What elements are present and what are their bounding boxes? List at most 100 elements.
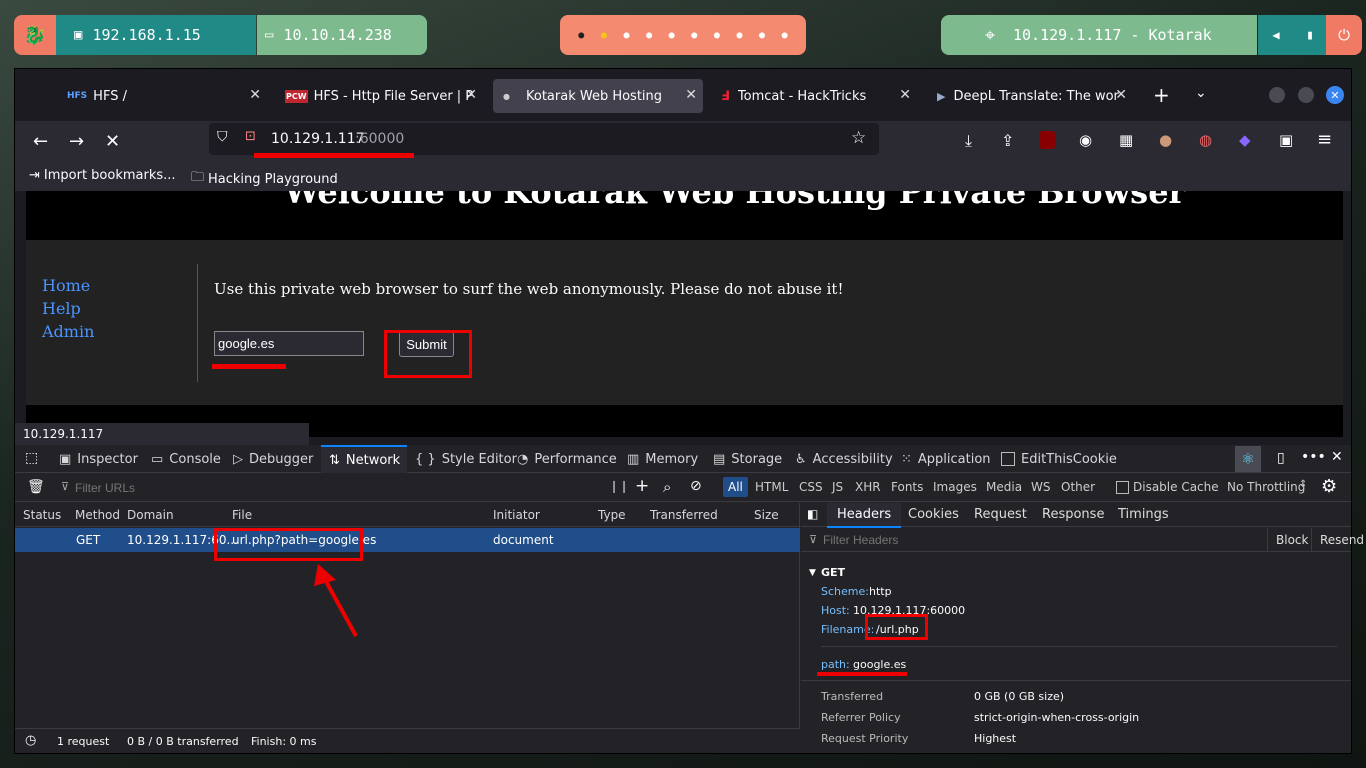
tab-hfs-pcw[interactable]: PCW HFS - Http File Server | PC ✕	[273, 79, 483, 113]
col-file[interactable]: File	[232, 508, 252, 522]
type-fonts[interactable]: Fonts	[891, 480, 923, 494]
tab-accessibility[interactable]: ♿ Accessibility	[795, 445, 893, 473]
col-initiator[interactable]: Initiator	[493, 508, 540, 522]
nav-admin-link[interactable]: Admin	[42, 320, 94, 343]
tab-debugger[interactable]: ▷ Debugger	[233, 445, 313, 473]
bookmark-folder-hacking[interactable]: 🗀 Hacking Playground	[191, 168, 338, 190]
tab-deepl[interactable]: ▶ DeepL Translate: The wor ✕	[931, 79, 1133, 113]
throttling-select[interactable]: No Throttling	[1227, 480, 1305, 494]
disable-cache-checkbox[interactable]	[1116, 481, 1129, 494]
extensions-icon[interactable]: ▣	[1279, 131, 1293, 149]
close-tab-icon[interactable]: ✕	[1115, 87, 1127, 103]
back-icon[interactable]: ←	[33, 131, 48, 152]
tab-console[interactable]: ▭ Console	[151, 445, 221, 473]
tab-memory[interactable]: ▥ Memory	[627, 445, 698, 473]
submit-button[interactable]: Submit	[399, 331, 454, 357]
ublock-icon[interactable]	[1039, 131, 1055, 149]
power-button[interactable]: ⏻	[1326, 15, 1362, 55]
import-bookmarks-item[interactable]: ⇥ Import bookmarks...	[29, 168, 176, 183]
trash-icon[interactable]: 🗑	[27, 479, 45, 495]
minimize-icon[interactable]	[1269, 87, 1285, 103]
wappalyzer-icon[interactable]: ◉	[1079, 131, 1092, 149]
details-tab-response[interactable]: Response	[1042, 507, 1104, 522]
more-options-icon[interactable]: •••	[1301, 449, 1326, 465]
tab-hfs[interactable]: HFS HFS / ✕	[55, 79, 267, 113]
tab-style-editor[interactable]: { } Style Editor	[415, 445, 517, 473]
target-widget[interactable]: ⌖ 10.129.1.117 - Kotarak	[941, 15, 1257, 55]
nav-home-link[interactable]: Home	[42, 274, 94, 297]
list-tabs-icon[interactable]: ⌄	[1195, 85, 1207, 101]
forward-icon[interactable]: →	[69, 131, 84, 152]
menu-hamburger-icon[interactable]: ≡	[1317, 129, 1332, 150]
extension-purple-icon[interactable]: ◆	[1239, 131, 1251, 149]
tab-application[interactable]: ⁙ Application	[901, 445, 991, 473]
nav-help-link[interactable]: Help	[42, 297, 94, 320]
type-media[interactable]: Media	[986, 480, 1022, 494]
filter-urls-input[interactable]	[71, 478, 591, 498]
details-tab-timings[interactable]: Timings	[1118, 507, 1169, 522]
tab-hacktricks[interactable]: Ⅎ Tomcat - HackTricks ✕	[713, 79, 917, 113]
tab-kotarak[interactable]: ● Kotarak Web Hosting ✕	[493, 79, 703, 113]
stop-icon[interactable]: ✕	[105, 131, 120, 152]
toggle-sidebar-icon[interactable]: ◧	[807, 507, 818, 521]
col-transferred[interactable]: Transferred	[650, 508, 718, 522]
new-tab-icon[interactable]: +	[1153, 83, 1170, 107]
tab-network[interactable]: ⇅ Network	[321, 445, 407, 473]
type-all[interactable]: All	[723, 477, 748, 497]
type-ws[interactable]: WS	[1031, 480, 1050, 494]
settings-gear-icon[interactable]: ⚙	[1321, 476, 1337, 497]
type-html[interactable]: HTML	[755, 480, 788, 494]
type-images[interactable]: Images	[933, 480, 977, 494]
tab-inspector[interactable]: ▣ Inspector	[59, 445, 138, 473]
col-status[interactable]: Status	[23, 508, 61, 522]
table-row[interactable]: GET 10.129.1.117:60... url.php?path=goog…	[15, 528, 800, 552]
details-tab-request[interactable]: Request	[974, 507, 1027, 522]
tab-editthiscookie[interactable]: EditThisCookie	[1001, 445, 1117, 473]
close-tab-icon[interactable]: ✕	[685, 87, 697, 103]
type-xhr[interactable]: XHR	[855, 480, 881, 494]
lock-button[interactable]: ▮	[1294, 15, 1326, 55]
maximize-icon[interactable]	[1298, 87, 1314, 103]
bookmark-star-icon[interactable]: ☆	[851, 128, 866, 148]
workspace-dot-2[interactable]: ●	[601, 30, 607, 41]
qr-code-icon[interactable]: ▦	[1119, 131, 1133, 149]
react-devtools-icon[interactable]: ⚛	[1235, 446, 1261, 472]
foxyproxy-icon[interactable]: ◍	[1199, 131, 1212, 149]
workspace-dot-8[interactable]: ●	[736, 30, 742, 41]
kali-menu-button[interactable]: 🐉	[14, 15, 56, 55]
col-method[interactable]: Method	[75, 508, 120, 522]
workspaces-switcher[interactable]: ● ● ● ● ● ● ● ● ● ●	[560, 15, 806, 55]
block-button[interactable]: Block	[1267, 528, 1308, 552]
close-devtools-icon[interactable]: ✕	[1331, 449, 1343, 465]
workspace-dot-1[interactable]: ●	[578, 30, 584, 41]
col-type[interactable]: Type	[598, 508, 626, 522]
ip-local-widget[interactable]: ▣ 192.168.1.15	[56, 15, 256, 55]
search-icon[interactable]: ⌕	[663, 478, 671, 496]
block-icon[interactable]: ⊘	[690, 478, 702, 494]
tab-performance[interactable]: ◔ Performance	[517, 445, 617, 473]
element-picker-icon[interactable]: ⬚	[25, 450, 38, 466]
workspace-dot-5[interactable]: ●	[669, 30, 675, 41]
add-request-icon[interactable]: +	[635, 476, 649, 496]
downloads-icon[interactable]: ⤓	[965, 131, 972, 151]
workspace-dot-6[interactable]: ●	[691, 30, 697, 41]
pause-icon[interactable]: ❘❘	[609, 479, 629, 493]
type-css[interactable]: CSS	[799, 480, 823, 494]
col-domain[interactable]: Domain	[127, 508, 174, 522]
workspace-dot-10[interactable]: ●	[782, 30, 788, 41]
volume-button[interactable]: ◀	[1258, 15, 1294, 55]
close-tab-icon[interactable]: ✕	[249, 87, 261, 103]
share-icon[interactable]: ⇪	[1001, 131, 1014, 150]
ip-vpn-widget[interactable]: ▭ 10.10.14.238	[257, 15, 427, 55]
cookie-icon[interactable]: ●	[1159, 131, 1172, 149]
url-bar[interactable]: ⛉ ⊡ 10.129.1.117 :60000 ☆	[209, 123, 879, 155]
col-size[interactable]: Size	[754, 508, 779, 522]
dock-icon[interactable]: ▯	[1277, 450, 1285, 466]
workspace-dot-3[interactable]: ●	[623, 30, 629, 41]
details-tab-cookies[interactable]: Cookies	[908, 507, 959, 522]
expand-triangle-icon[interactable]: ▼	[809, 568, 816, 578]
details-tab-headers[interactable]: Headers	[827, 503, 902, 528]
type-js[interactable]: JS	[832, 480, 843, 494]
workspace-dot-7[interactable]: ●	[714, 30, 720, 41]
tab-storage[interactable]: ▤ Storage	[713, 445, 782, 473]
